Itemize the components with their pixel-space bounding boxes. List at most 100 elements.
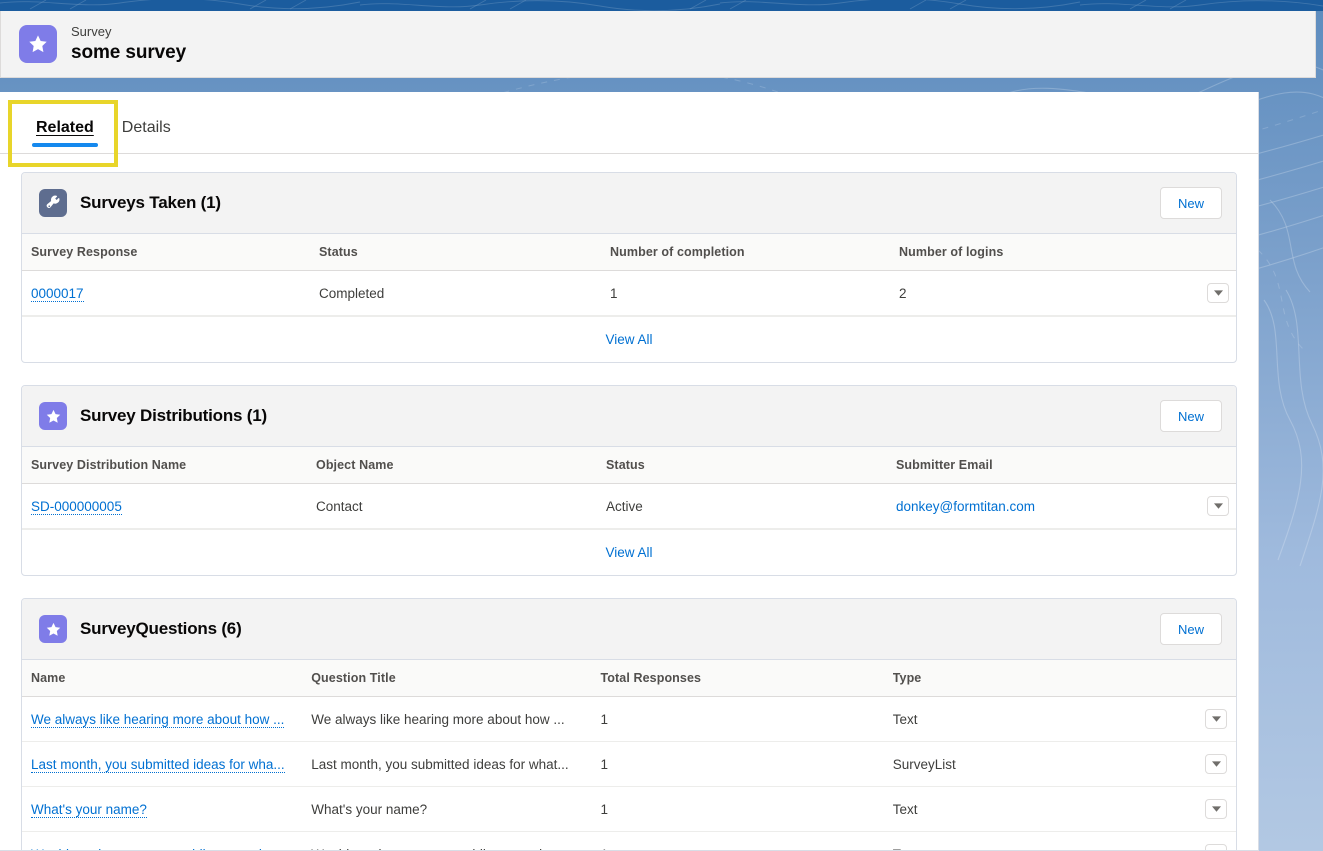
new-button[interactable]: New xyxy=(1160,187,1222,219)
cell-type: Text xyxy=(892,786,1183,832)
card-header: SurveyQuestions (6) New xyxy=(22,599,1236,660)
column-header[interactable]: Survey Distribution Name xyxy=(22,447,316,484)
view-all-row: View All xyxy=(22,316,1236,362)
card-title: SurveyQuestions (6) xyxy=(80,619,242,638)
record-link[interactable]: Last month, you submitted ideas for wha.… xyxy=(31,756,285,773)
cell-total-responses: 1 xyxy=(600,786,893,832)
view-all-link[interactable]: View All xyxy=(605,332,652,347)
record-type-label: Survey xyxy=(71,23,112,39)
record-link[interactable]: What's your name? xyxy=(31,801,147,818)
cell-survey-distribution-name: SD-000000005 xyxy=(22,483,316,529)
cell-question-title: What's your name? xyxy=(311,786,601,832)
star-icon xyxy=(39,615,67,643)
chevron-down-icon[interactable] xyxy=(1205,709,1227,729)
new-button[interactable]: New xyxy=(1160,400,1222,432)
table-header-row: Name Question Title Total Responses Type xyxy=(22,660,1236,697)
record-link[interactable]: Would you be open to providing more i... xyxy=(31,846,274,850)
related-list-survey-questions: SurveyQuestions (6) New Name Question Ti… xyxy=(21,598,1237,850)
column-header[interactable]: Total Responses xyxy=(600,660,893,697)
cell-name: Last month, you submitted ideas for wha.… xyxy=(22,741,312,787)
cell-row-actions xyxy=(1182,786,1236,832)
cell-name: We always like hearing more about how ..… xyxy=(22,696,312,742)
cell-row-actions xyxy=(1185,483,1236,529)
table-row: Would you be open to providing more i...… xyxy=(22,831,1236,850)
card-header: Surveys Taken (1) New xyxy=(22,173,1236,234)
column-header[interactable]: Type xyxy=(892,660,1183,697)
cell-survey-response: 0000017 xyxy=(22,270,319,316)
table-header-row: Survey Response Status Number of complet… xyxy=(22,234,1236,271)
main-panel: Related Details Surveys Taken (1) New Su… xyxy=(0,92,1259,851)
column-header[interactable]: Survey Response xyxy=(22,234,319,271)
related-list-table: Survey Distribution Name Object Name Sta… xyxy=(22,447,1236,529)
view-all-link[interactable]: View All xyxy=(605,545,652,560)
column-header[interactable]: Name xyxy=(22,660,312,697)
card-title: Surveys Taken (1) xyxy=(80,193,221,212)
table-row: We always like hearing more about how ..… xyxy=(22,696,1236,742)
chevron-down-icon[interactable] xyxy=(1207,496,1229,516)
cell-type: Text xyxy=(892,696,1183,742)
new-button[interactable]: New xyxy=(1160,613,1222,645)
column-header[interactable]: Object Name xyxy=(316,447,606,484)
column-header-actions xyxy=(1185,234,1236,271)
star-icon xyxy=(19,25,57,63)
cell-question-title: Last month, you submitted ideas for what… xyxy=(311,741,601,787)
cell-total-responses: 1 xyxy=(600,741,893,787)
card-header: Survey Distributions (1) New xyxy=(22,386,1236,447)
column-header-actions xyxy=(1185,447,1236,484)
cell-row-actions xyxy=(1182,696,1236,742)
cell-status: Active xyxy=(606,483,896,529)
related-list-table: Survey Response Status Number of complet… xyxy=(22,234,1236,316)
table-row: What's your name? What's your name? 1 Te… xyxy=(22,786,1236,832)
record-link[interactable]: SD-000000005 xyxy=(31,498,122,515)
column-header[interactable]: Submitter Email xyxy=(896,447,1185,484)
record-link[interactable]: 0000017 xyxy=(31,285,84,302)
cell-number-of-logins: 2 xyxy=(899,270,1185,316)
table-row: 0000017 Completed 1 2 xyxy=(22,270,1236,316)
card-title: Survey Distributions (1) xyxy=(80,406,267,425)
cell-row-actions xyxy=(1182,831,1236,850)
chevron-down-icon[interactable] xyxy=(1207,283,1229,303)
related-list-surveys-taken: Surveys Taken (1) New Survey Response St… xyxy=(21,172,1237,363)
cell-type: Text xyxy=(892,831,1183,850)
cell-object-name: Contact xyxy=(316,483,606,529)
cell-name: Would you be open to providing more i... xyxy=(22,831,312,850)
cell-total-responses: 1 xyxy=(600,831,893,850)
star-icon xyxy=(39,402,67,430)
cell-submitter-email: donkey@formtitan.com xyxy=(896,483,1185,529)
cell-row-actions xyxy=(1185,270,1236,316)
cell-row-actions xyxy=(1182,741,1236,787)
table-row: Last month, you submitted ideas for wha.… xyxy=(22,741,1236,787)
table-header-row: Survey Distribution Name Object Name Sta… xyxy=(22,447,1236,484)
column-header[interactable]: Number of logins xyxy=(899,234,1185,271)
related-list-survey-distributions: Survey Distributions (1) New Survey Dist… xyxy=(21,385,1237,576)
tab-details[interactable]: Details xyxy=(108,119,185,153)
cell-question-title: We always like hearing more about how ..… xyxy=(311,696,601,742)
related-lists-container: Surveys Taken (1) New Survey Response St… xyxy=(0,154,1258,850)
cell-total-responses: 1 xyxy=(600,696,893,742)
email-link[interactable]: donkey@formtitan.com xyxy=(896,499,1035,514)
table-row: SD-000000005 Contact Active donkey@formt… xyxy=(22,483,1236,529)
record-link[interactable]: We always like hearing more about how ..… xyxy=(31,711,285,728)
related-list-table: Name Question Title Total Responses Type… xyxy=(22,660,1236,850)
column-header[interactable]: Number of completion xyxy=(610,234,899,271)
cell-question-title: Would you be open to providing more in..… xyxy=(311,831,601,850)
record-header: Survey some survey xyxy=(0,11,1316,78)
wrench-icon xyxy=(39,189,67,217)
column-header-actions xyxy=(1182,660,1236,697)
top-strip-texture xyxy=(0,0,1323,11)
cell-type: SurveyList xyxy=(892,741,1183,787)
column-header[interactable]: Question Title xyxy=(311,660,601,697)
cell-name: What's your name? xyxy=(22,786,312,832)
tab-bar: Related Details xyxy=(0,92,1258,154)
page-title: some survey xyxy=(71,41,187,63)
chevron-down-icon[interactable] xyxy=(1205,799,1227,819)
cell-number-of-completion: 1 xyxy=(610,270,899,316)
cell-status: Completed xyxy=(319,270,610,316)
column-header[interactable]: Status xyxy=(319,234,610,271)
chevron-down-icon[interactable] xyxy=(1205,754,1227,774)
column-header[interactable]: Status xyxy=(606,447,896,484)
chevron-down-icon[interactable] xyxy=(1205,844,1227,850)
tab-related[interactable]: Related xyxy=(22,119,108,153)
view-all-row: View All xyxy=(22,529,1236,575)
top-app-strip xyxy=(0,0,1323,11)
